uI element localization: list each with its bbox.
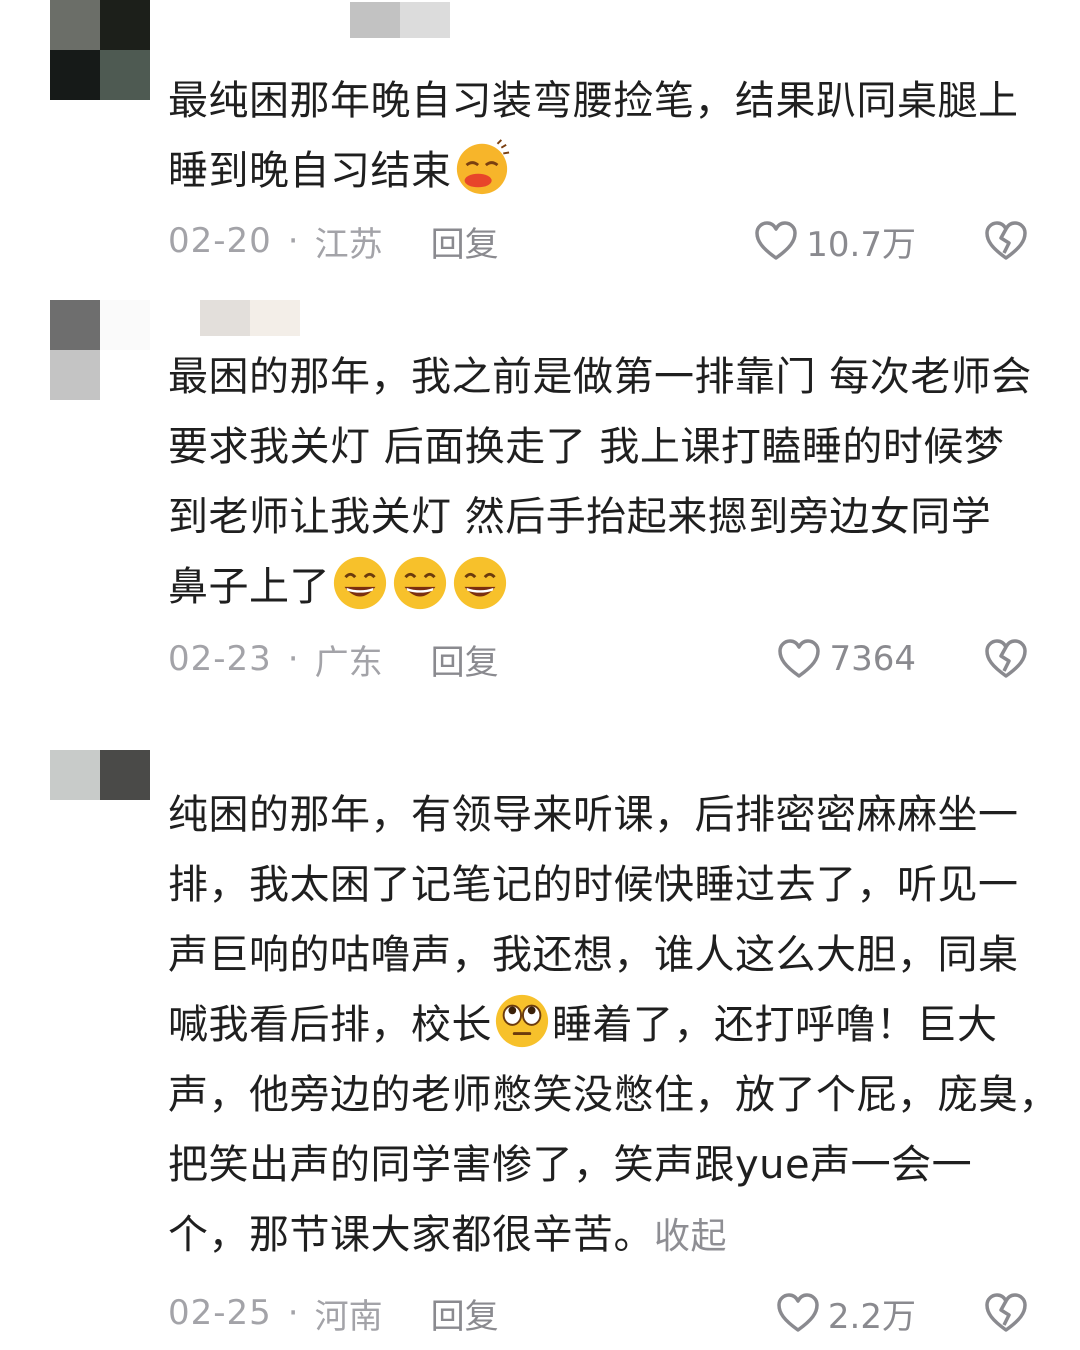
sleepy-face-emoji: [456, 139, 509, 195]
collapse-link[interactable]: 收起: [654, 1216, 727, 1257]
comment-line: 纯困的那年，有领导来听课，后排密密麻麻坐一: [168, 792, 1019, 838]
comment-region: 江苏: [314, 224, 383, 265]
comment-line: 最纯困那年晚自习装弯腰捡笔，结果趴同桌腿上: [168, 78, 1019, 124]
comment-line: 最困的那年，我之前是做第一排靠门 每次老师会: [168, 354, 1032, 400]
like-count: 10.7万: [806, 224, 916, 265]
comment-line: 要求我关灯 后面换走了 我上课打瞌睡的时候梦: [168, 424, 1005, 470]
avatar[interactable]: [50, 750, 150, 850]
comment-line: 排，我太困了记笔记的时候快睡过去了，听见一: [168, 862, 1019, 908]
comment-meta: 02-25 · 河南 回复 2.2万: [168, 1288, 1038, 1338]
meta-separator: ·: [287, 221, 299, 261]
grinning-face-emoji: [453, 556, 507, 610]
avatar[interactable]: [50, 300, 150, 400]
meta-separator: ·: [287, 639, 299, 679]
reply-button[interactable]: 回复: [431, 635, 499, 684]
comment-text: 最纯困那年晚自习装弯腰捡笔，结果趴同桌腿上 睡到晚自习结束: [168, 66, 1048, 206]
username-blurred[interactable]: [200, 300, 300, 336]
reply-button[interactable]: 回复: [431, 1289, 499, 1338]
like-button[interactable]: 2.2万: [776, 1289, 916, 1338]
comment-date: 02-25: [168, 1293, 272, 1333]
username-blurred[interactable]: [350, 2, 450, 38]
comment-line: 睡到晚自习结束: [168, 136, 1048, 206]
like-button[interactable]: 7364: [777, 638, 916, 680]
like-count: 7364: [829, 639, 916, 679]
avatar[interactable]: [50, 0, 150, 100]
comment-text: 最困的那年，我之前是做第一排靠门 每次老师会 要求我关灯 后面换走了 我上课打瞌…: [168, 342, 1048, 622]
grinning-face-emoji: [333, 556, 387, 610]
dislike-button[interactable]: [984, 220, 1028, 271]
broken-heart-icon: [985, 1293, 1027, 1332]
comment-line: 鼻子上了: [168, 552, 1048, 622]
comment-region: 广东: [314, 642, 383, 683]
comment-meta: 02-23 · 广东 回复 7364: [168, 634, 1038, 684]
reply-button[interactable]: 回复: [431, 217, 499, 266]
broken-heart-icon: [985, 639, 1027, 678]
broken-heart-icon: [985, 221, 1027, 260]
meta-separator: ·: [287, 1293, 299, 1333]
dislike-button[interactable]: [984, 638, 1028, 689]
like-count: 2.2万: [827, 1296, 916, 1337]
heart-icon: [755, 221, 798, 260]
dislike-button[interactable]: [984, 1292, 1028, 1343]
grinning-face-emoji: [393, 556, 447, 610]
eye-roll-face-emoji: [495, 994, 549, 1048]
comment-meta: 02-20 · 江苏 回复 10.7万: [168, 216, 1038, 266]
comment-line: 个，那节课大家都很辛苦。收起: [168, 1212, 728, 1258]
comment-line: 把笑出声的同学害惨了，笑声跟yue声一会一: [168, 1142, 973, 1188]
heart-icon: [777, 1293, 819, 1332]
comment-region: 河南: [314, 1296, 383, 1337]
comment-line: 喊我看后排，校长 睡着了，还打呼噜！巨大: [168, 990, 1048, 1060]
comment-date: 02-20: [168, 221, 272, 261]
comment-date: 02-23: [168, 639, 272, 679]
comment-line: 声巨响的咕噜声，我还想，谁人这么大胆，同桌: [168, 932, 1019, 978]
heart-icon: [778, 639, 821, 678]
comment-line: 到老师让我关灯 然后手抬起来摁到旁边女同学: [168, 494, 992, 540]
comment-text: 纯困的那年，有领导来听课，后排密密麻麻坐一 排，我太困了记笔记的时候快睡过去了，…: [168, 780, 1059, 1272]
like-button[interactable]: 10.7万: [754, 217, 916, 266]
comment-line: 声，他旁边的老师憋笑没憋住，放了个屁，庞臭，: [168, 1072, 1059, 1118]
